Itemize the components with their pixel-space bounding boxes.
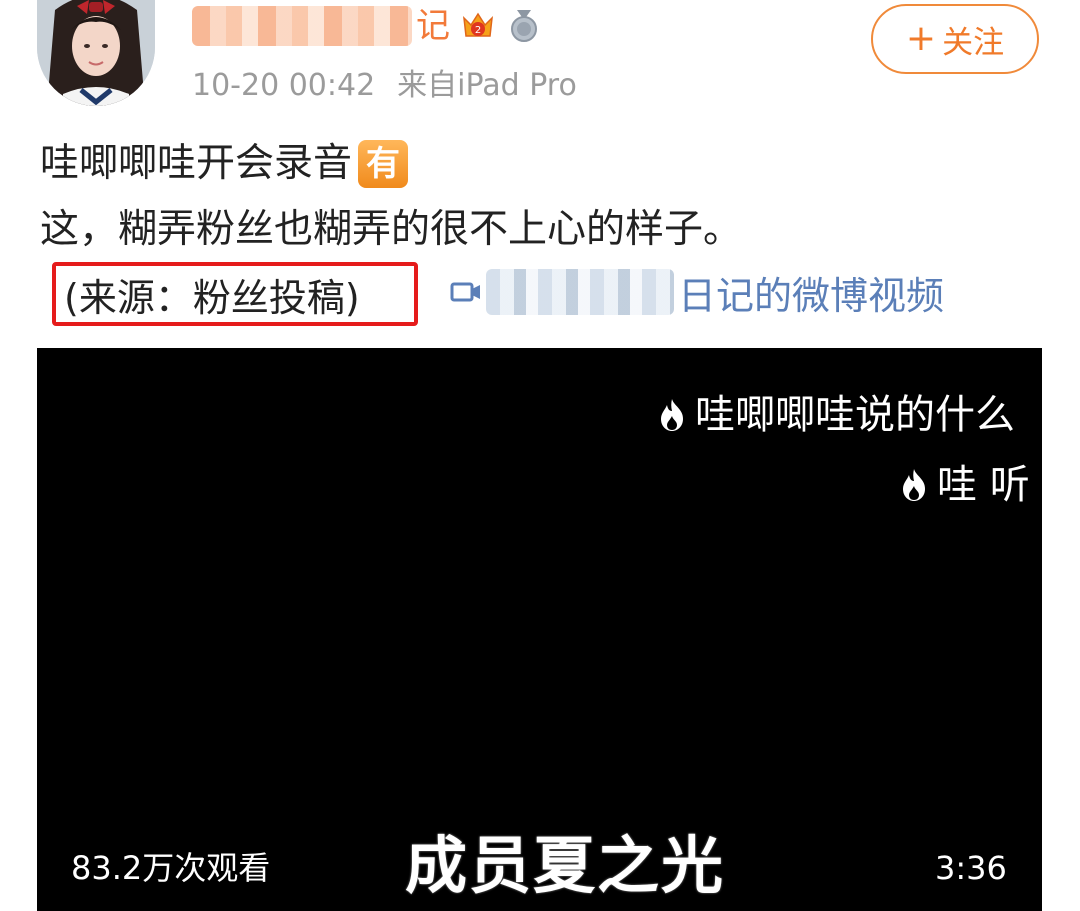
crown-level-icon[interactable]: 2 <box>460 8 496 44</box>
video-link-icon <box>448 274 484 310</box>
fire-icon <box>657 398 687 432</box>
username-row: 记 2 <box>192 0 542 52</box>
post-source: 来自iPad Pro <box>397 68 577 103</box>
view-count: 83.2万次观看 <box>71 849 271 887</box>
post-meta: 10-20 00:42 来自iPad Pro <box>192 66 577 106</box>
danmaku-text: 哇 听 <box>937 462 1030 508</box>
svg-text:2: 2 <box>475 25 481 36</box>
video-link-text: 日记的微博视频 <box>678 273 945 318</box>
danmaku-comment: 哇唧唧哇说的什么 <box>657 390 1015 440</box>
weibo-post: 记 2 10-20 00:42 来自iPad Pro + 关注 哇唧唧哇开会录音 … <box>0 0 1080 911</box>
avatar[interactable] <box>37 0 155 106</box>
video-duration: 3:36 <box>935 849 1007 887</box>
post-text-1: 哇唧唧哇开会录音 <box>40 141 353 186</box>
post-timestamp: 10-20 00:42 <box>192 68 376 103</box>
video-player[interactable]: 哇唧唧哇说的什么 哇 听 83.2万次观看 成员夏之光 3:36 <box>37 348 1042 911</box>
video-link-redacted <box>486 269 674 315</box>
you-emoji-icon: 有 <box>358 140 409 188</box>
fire-icon <box>899 468 929 502</box>
follow-label: 关注 <box>942 24 1005 61</box>
danmaku-text: 哇唧唧哇说的什么 <box>695 392 1015 438</box>
source-note-highlight: (来源：粉丝投稿) <box>52 262 418 326</box>
username-visible-suffix[interactable]: 记 <box>416 6 450 46</box>
follow-button[interactable]: + 关注 <box>871 4 1039 74</box>
silver-medal-icon[interactable] <box>506 8 542 44</box>
danmaku-comment: 哇 听 <box>899 460 1030 510</box>
post-text-line-1: 哇唧唧哇开会录音 有 <box>40 138 409 190</box>
username-redacted[interactable] <box>192 6 412 46</box>
source-note: (来源：粉丝投稿) <box>64 275 360 320</box>
avatar-image <box>37 0 155 106</box>
video-subtitle: 成员夏之光 <box>405 829 726 902</box>
video-link[interactable]: 日记的微博视频 <box>448 262 944 322</box>
plus-icon: + <box>905 18 937 59</box>
post-text-line-2: 这，糊弄粉丝也糊弄的很不上心的样子。 <box>40 207 743 252</box>
